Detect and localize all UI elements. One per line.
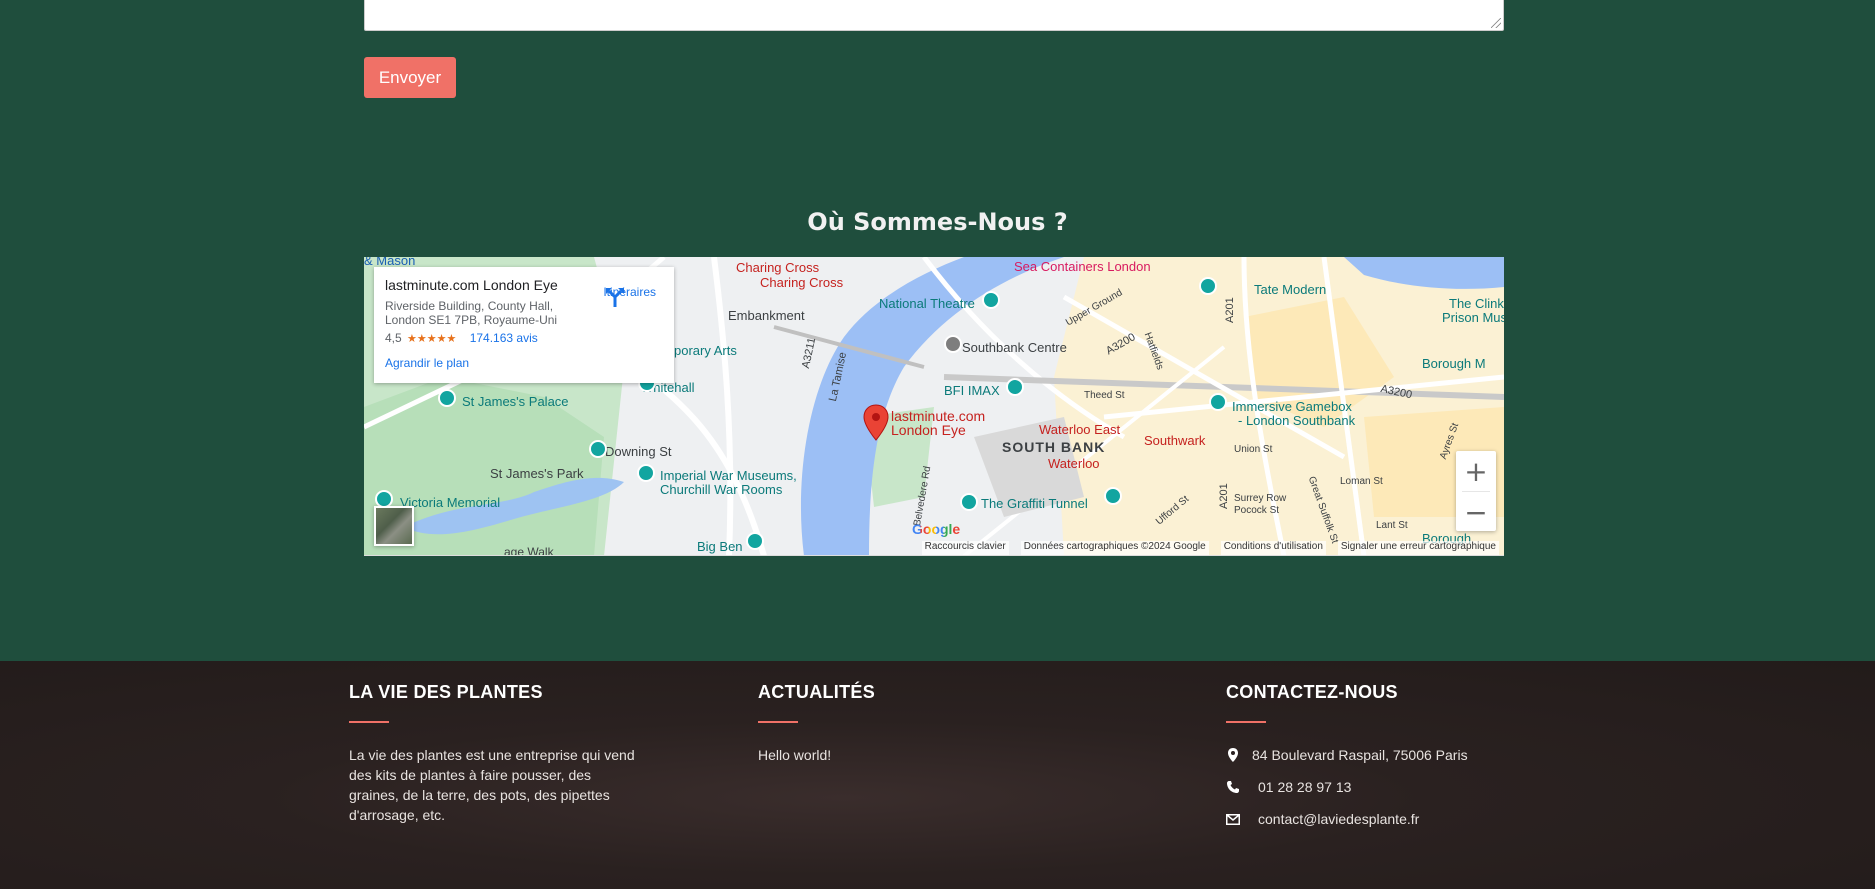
map-label-iwm-2: Churchill War Rooms	[660, 482, 783, 497]
footer-about-divider	[349, 721, 389, 723]
contact-phone-row: 01 28 28 97 13	[1226, 771, 1546, 803]
map-label-immersive-2: - London Southbank	[1238, 413, 1356, 428]
map-label-southwark: Southwark	[1144, 433, 1206, 448]
footer-about: LA VIE DES PLANTES La vie des plantes es…	[349, 682, 649, 825]
keyboard-shortcuts-link[interactable]: Raccourcis clavier	[921, 541, 1009, 555]
map-label-a201-b: A201	[1218, 483, 1230, 509]
map-label-borough-market: Borough M	[1422, 356, 1486, 371]
envelope-icon	[1226, 812, 1240, 826]
map-label-lant-st: Lant St	[1376, 520, 1408, 531]
map-label-contemporary-arts: porary Arts	[674, 343, 737, 358]
graffiti-poi-icon[interactable]	[960, 493, 978, 511]
map-label-embankment: Embankment	[728, 308, 805, 323]
footer-news-divider	[758, 721, 798, 723]
location-section-title: Où Sommes-Nous ?	[807, 208, 1068, 236]
embedded-map[interactable]: & Mason Charing Cross Charing Cross Sea …	[364, 257, 1504, 556]
map-label-bfi-imax: BFI IMAX	[944, 383, 1000, 398]
rating-stars-icon: ★★★★★	[407, 333, 457, 345]
zoom-out-button[interactable]: −	[1456, 492, 1496, 532]
attraction-poi-icon[interactable]	[1104, 487, 1122, 505]
google-logo: Google	[912, 521, 960, 537]
rating-value: 4,5	[385, 331, 402, 345]
southbank-poi-icon[interactable]	[944, 335, 962, 353]
send-button[interactable]: Envoyer	[364, 57, 456, 98]
map-label-pocock-st: Pocock St	[1234, 505, 1280, 516]
map-label-south-bank: SOUTH BANK	[1002, 439, 1106, 455]
terms-link[interactable]: Conditions d'utilisation	[1220, 541, 1326, 555]
map-label-a201-a: A201	[1224, 297, 1236, 323]
map-label-immersive-1: Immersive Gamebox	[1232, 399, 1352, 414]
map-label-downing-st: Downing St	[605, 444, 672, 459]
map-label-tate-modern: Tate Modern	[1254, 282, 1327, 297]
location-pin-icon[interactable]	[863, 404, 889, 442]
map-label-clink-1: The Clink	[1449, 296, 1504, 311]
map-label-waterloo: Waterloo	[1048, 456, 1100, 471]
footer-contact-divider	[1226, 721, 1266, 723]
museum-poi-icon[interactable]	[1199, 277, 1217, 295]
place-address: Riverside Building, County Hall, London …	[385, 299, 558, 327]
map-label-charing-cross-1: Charing Cross	[736, 260, 820, 275]
phone-icon	[1226, 780, 1240, 794]
marker-label-2: London Eye	[891, 422, 966, 438]
zoom-in-button[interactable]: +	[1456, 451, 1496, 491]
map-label-theed-st: Theed St	[1084, 390, 1125, 401]
map-label-national-theatre: National Theatre	[879, 296, 975, 311]
footer-news-heading: ACTUALITÉS	[758, 682, 875, 702]
message-textarea[interactable]	[364, 0, 1504, 31]
contact-email-row: contact@laviedesplante.fr	[1226, 803, 1546, 835]
footer-news-item[interactable]: Hello world!	[758, 745, 1058, 765]
palace-poi-icon[interactable]	[438, 389, 456, 407]
site-footer: LA VIE DES PLANTES La vie des plantes es…	[0, 661, 1875, 889]
contact-email[interactable]: contact@laviedesplante.fr	[1258, 811, 1419, 827]
resize-grip-icon[interactable]	[1491, 18, 1501, 28]
map-label-surrey-row: Surrey Row	[1234, 493, 1287, 504]
contact-phone[interactable]: 01 28 28 97 13	[1258, 779, 1351, 795]
map-label-union-st: Union St	[1234, 444, 1273, 455]
satellite-toggle-button[interactable]	[374, 506, 414, 546]
footer-about-text: La vie des plantes est une entreprise qu…	[349, 747, 635, 823]
zoom-controls: + −	[1456, 451, 1496, 531]
theatre-poi-icon[interactable]	[982, 291, 1000, 309]
contact-list: 84 Boulevard Raspail, 75006 Paris 01 28 …	[1226, 739, 1546, 835]
map-label-st-james-park: St James's Park	[490, 466, 584, 481]
map-label-loman-st: Loman St	[1340, 476, 1383, 487]
reviews-link[interactable]: 174.163 avis	[470, 331, 538, 345]
directions-button[interactable]: Itinéraires	[603, 285, 656, 307]
footer-contact-heading: CONTACTEZ-NOUS	[1226, 682, 1398, 702]
map-label-st-james-palace: St James's Palace	[462, 394, 569, 409]
map-label-clink-2: Prison Museum	[1442, 310, 1504, 325]
footer-contact: CONTACTEZ-NOUS 84 Boulevard Raspail, 750…	[1226, 682, 1546, 835]
cinema-poi-icon[interactable]	[1006, 378, 1024, 396]
place-rating-row: 4,5 ★★★★★ 174.163 avis	[385, 331, 663, 345]
map-label-sea-containers: Sea Containers London	[1014, 259, 1151, 274]
map-label-iwm-1: Imperial War Museums,	[660, 468, 797, 483]
map-label-southbank-centre: Southbank Centre	[962, 340, 1067, 355]
enlarge-map-link[interactable]: Agrandir le plan	[385, 356, 663, 370]
iwm-poi-icon[interactable]	[637, 464, 655, 482]
map-marker-icon	[1226, 748, 1240, 762]
footer-about-heading: LA VIE DES PLANTES	[349, 682, 543, 702]
place-info-card: lastminute.com London Eye Riverside Buil…	[374, 267, 674, 383]
map-label-victoria-memorial: Victoria Memorial	[400, 495, 501, 510]
google-logo-text: Google	[912, 521, 961, 537]
directions-icon	[606, 288, 625, 307]
map-label-charing-cross-2: Charing Cross	[760, 275, 844, 290]
gamebox-poi-icon[interactable]	[1209, 393, 1227, 411]
map-label-graffiti-tunnel: The Graffiti Tunnel	[981, 496, 1088, 511]
map-label-waterloo-east: Waterloo East	[1039, 422, 1121, 437]
contact-address: 84 Boulevard Raspail, 75006 Paris	[1252, 747, 1468, 763]
downing-poi-icon[interactable]	[589, 440, 607, 458]
map-data-credit: Données cartographiques ©2024 Google	[1020, 541, 1209, 555]
map-attribution-bar: Raccourcis clavier Données cartographiqu…	[364, 541, 1504, 555]
report-error-link[interactable]: Signaler une erreur cartographique	[1337, 541, 1499, 555]
contact-address-row: 84 Boulevard Raspail, 75006 Paris	[1226, 739, 1546, 771]
footer-news: ACTUALITÉS Hello world!	[758, 682, 1058, 765]
